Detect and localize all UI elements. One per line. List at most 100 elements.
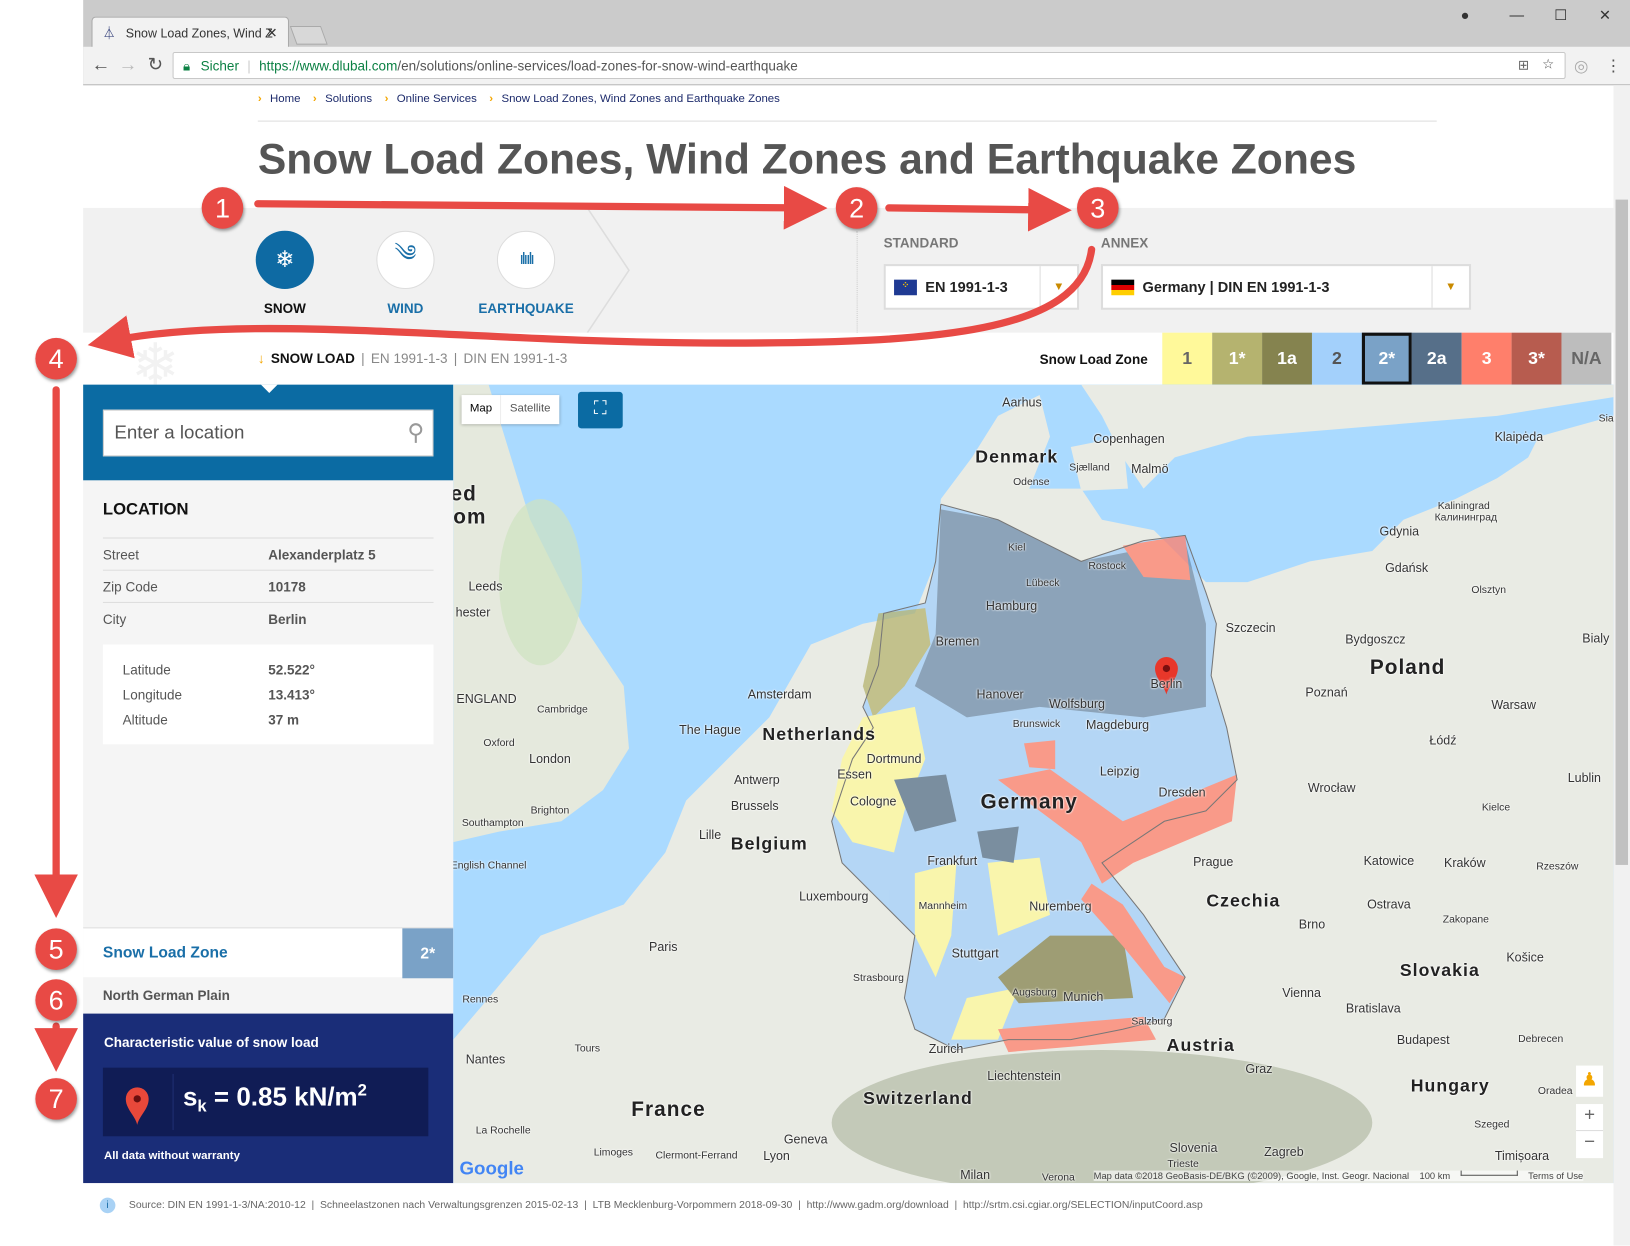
profile-icon[interactable]: ● [1461,6,1470,23]
subheader-standard: EN 1991-1-3 [370,350,448,366]
map-label: Timișoara [1494,1148,1550,1164]
zone-legend-item[interactable]: N/A [1561,332,1612,385]
standard-label: STANDARD [883,234,959,251]
map-label: Aarhus [1002,395,1042,410]
zone-map[interactable]: Aarhus Denmark Copenhagen Malmö Sjælland Oden… [453,384,1614,1184]
seismic-wave-icon: ılıılı [496,230,556,290]
map-label: Bialy [1582,631,1610,646]
page-scrollbar[interactable] [1613,85,1630,1246]
zone-legend-item[interactable]: 1a [1262,332,1312,385]
location-search-input[interactable]: Enter a location ⚲ [102,409,434,457]
load-type-earthquake[interactable]: ılıılı [496,230,556,290]
sk-value: sk = 0.85 kN/m2 [182,1082,367,1116]
translate-icon[interactable]: ⊞ [1518,57,1529,74]
reload-icon[interactable]: ↻ [148,54,164,76]
zone-legend-item[interactable]: 1* [1212,332,1263,385]
extension-icon[interactable]: ◎ [1574,56,1589,77]
annex-label: ANNEX [1100,234,1149,251]
map-label: Ostrava [1367,897,1411,912]
dropdown-arrow-icon[interactable]: ▼ [1431,266,1469,308]
map-label: Augsburg [1012,987,1057,999]
map-label: Nantes [465,1052,506,1067]
map-label: English Channel [453,860,527,872]
map-label: Austria [1166,1035,1235,1056]
load-type-snow-label[interactable]: SNOW [222,300,347,316]
minimize-icon[interactable]: — [1509,6,1524,23]
map-label: Rzeszów [1536,861,1579,873]
map-type-map[interactable]: Map [462,395,501,424]
back-icon[interactable]: ← [91,54,110,76]
bookmark-star-icon[interactable]: ☆ [1542,56,1554,73]
scrollbar-thumb[interactable] [1615,199,1629,865]
tab-close-icon[interactable]: ✕ [266,25,277,42]
map-label: ENGLAND [456,691,517,706]
fullscreen-icon[interactable]: ⛶ [578,391,623,429]
map-label: Debrecen [1518,1033,1564,1046]
source-footer: Source: DIN EN 1991-1-3/NA:2010-12 | Sch… [128,1199,1203,1212]
map-label: Wolfsburg [1049,696,1105,712]
street-view-pegman-icon[interactable]: ♟ [1576,1065,1604,1097]
forward-icon[interactable]: → [119,54,138,76]
zone-legend-item[interactable]: 1 [1162,332,1213,385]
map-label: Czechia [1206,890,1281,911]
map-label: Hungary [1410,1075,1490,1096]
separator: | [361,350,365,366]
zip-value: 10178 [268,579,306,595]
address-bar[interactable]: 🔒︎ Sicher | https://www.dlubal.com/en/solu… [172,51,1566,80]
zoom-in-button[interactable]: + [1576,1104,1604,1132]
map-label: Kielce [1481,802,1511,814]
breadcrumb-online-services[interactable]: Online Services [397,93,477,105]
new-tab-button[interactable] [289,25,328,45]
map-label: Antwerp [733,772,780,787]
map-label: The Hague [679,722,741,738]
map-type-satellite[interactable]: Satellite [500,395,558,425]
map-label: Slovenia [1169,1140,1218,1155]
map-label: Copenhagen [1093,431,1165,446]
load-type-wind-label[interactable]: WIND [343,300,468,316]
load-type-wind[interactable]: ༄ [376,230,435,290]
annex-select[interactable]: Germany | DIN EN 1991-1-3 ▼ [1100,264,1472,310]
zone-legend-item[interactable]: 2* [1361,332,1412,385]
map-label: Slovakia [1399,960,1480,981]
breadcrumb-current[interactable]: Snow Load Zones, Wind Zones and Earthqua… [501,93,779,105]
dropdown-arrow-icon[interactable]: ▼ [1039,266,1077,308]
standard-select[interactable]: ⁘ EN 1991-1-3 ▼ [883,264,1080,310]
map-label: Kaliningrad [1437,500,1490,513]
close-window-icon[interactable]: ✕ [1599,6,1611,24]
zone-legend-item[interactable]: 3 [1461,332,1512,385]
zone-region: North German Plain [102,987,230,1004]
map-label: Poznań [1305,685,1348,700]
breadcrumb-home[interactable]: Home [270,93,301,105]
map-label: Dresden [1158,784,1206,800]
breadcrumb-solutions[interactable]: Solutions [325,93,372,105]
zone-legend-item[interactable]: 3* [1511,332,1562,385]
terms-link[interactable]: Terms of Use [1528,1171,1583,1181]
map-label: Geneva [783,1132,828,1147]
load-type-earthquake-label[interactable]: EARTHQUAKE [464,300,589,316]
map-label: Essen [837,767,872,782]
map-label: Lübeck [1025,577,1060,589]
map-label: Milan [960,1167,991,1183]
maximize-icon[interactable]: ☐ [1554,6,1567,24]
snow-load-result: Characteristic value of snow load sk = 0… [83,1013,454,1184]
zone-legend-item[interactable]: 2 [1311,332,1362,385]
zoom-out-button[interactable]: − [1576,1131,1603,1153]
germany-flag-icon [1111,279,1135,295]
map-label: Brighton [530,805,570,817]
browser-tab[interactable]: ⏃ Snow Load Zones, Wind Z ✕ [91,16,290,48]
url-host: https://www.dlubal.com [259,58,398,74]
location-row-street: Street Alexanderplatz 5 [102,537,434,569]
load-type-snow[interactable]: ❄ [255,230,314,290]
zone-2a [977,826,1019,863]
annotation-step-badge: 7 [35,1078,77,1120]
map-label: Frankfurt [927,853,978,869]
longitude-label: Longitude [122,687,183,703]
map-label: Leipzig [1099,764,1140,779]
menu-icon[interactable]: ⋮ [1605,56,1622,77]
search-icon[interactable]: ⚲ [407,419,424,446]
map-label: Budapest [1396,1032,1450,1047]
zone-legend-item[interactable]: 2a [1411,332,1462,385]
lock-icon: 🔒︎ [182,58,191,74]
zoom-control: + − [1576,1104,1604,1159]
map-label: ed [453,482,477,506]
